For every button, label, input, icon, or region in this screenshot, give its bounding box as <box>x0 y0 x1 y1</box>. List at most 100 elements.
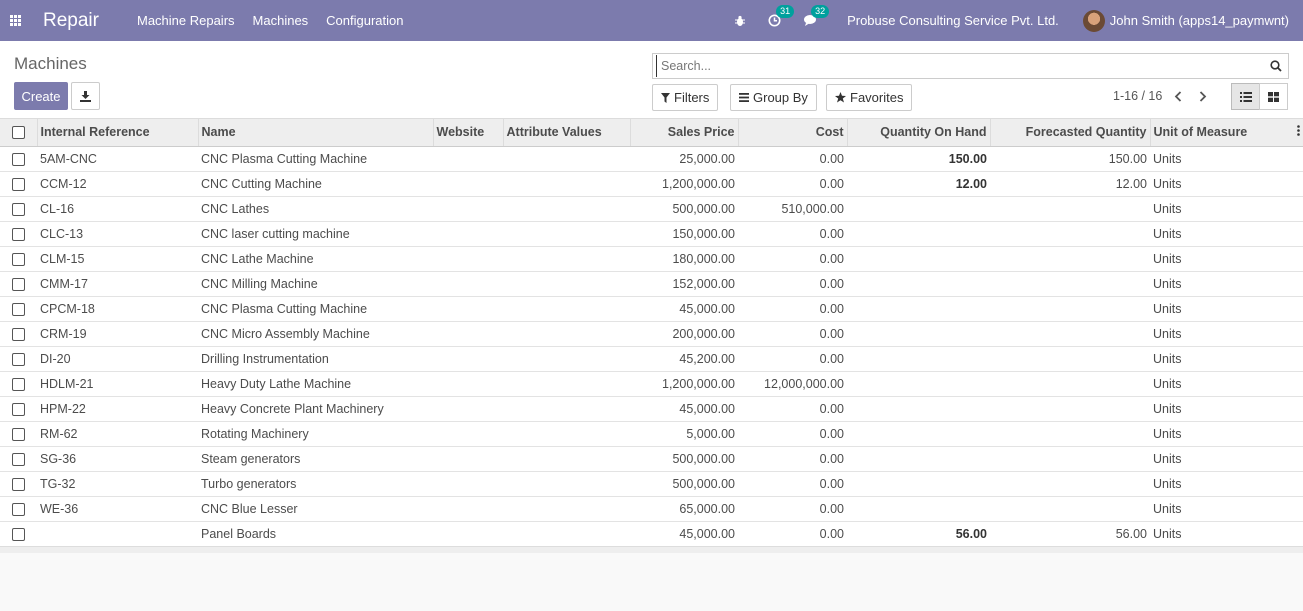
cell-cost[interactable]: 0.00 <box>738 445 847 471</box>
cell-cost[interactable]: 0.00 <box>738 146 847 171</box>
select-all-checkbox[interactable] <box>12 126 25 140</box>
cell-unit-of-measure[interactable]: Units <box>1150 370 1303 396</box>
cell-cost[interactable]: 0.00 <box>738 520 847 546</box>
cell-name[interactable]: CNC Plasma Cutting Machine <box>198 295 433 321</box>
cell-cost[interactable]: 0.00 <box>738 220 847 246</box>
cell-sales-price[interactable]: 45,000.00 <box>630 520 738 546</box>
table-row[interactable]: WE-36 CNC Blue Lesser 65,000.00 0.00 Units <box>0 495 1303 521</box>
row-select[interactable] <box>0 220 37 246</box>
table-row[interactable]: HDLM-21 Heavy Duty Lathe Machine 1,200,000… <box>0 370 1303 396</box>
row-checkbox[interactable] <box>12 452 25 466</box>
cell-forecasted-quantity[interactable] <box>990 245 1150 271</box>
table-row[interactable]: SG-36 Steam generators 500,000.00 0.00 Units <box>0 445 1303 471</box>
row-checkbox[interactable] <box>12 227 25 241</box>
row-checkbox[interactable] <box>12 152 25 166</box>
cell-name[interactable]: Steam generators <box>198 445 433 471</box>
cell-sales-price[interactable]: 1,200,000.00 <box>630 370 738 396</box>
row-checkbox[interactable] <box>12 302 25 316</box>
cell-forecasted-quantity[interactable] <box>990 370 1150 396</box>
cell-internal-reference[interactable]: WE-36 <box>37 495 198 521</box>
cell-website[interactable] <box>433 195 503 221</box>
header-unit-of-measure[interactable]: Unit of Measure <box>1150 119 1303 147</box>
cell-quantity-on-hand[interactable] <box>847 220 990 246</box>
cell-attribute-values[interactable] <box>503 295 630 321</box>
cell-internal-reference[interactable]: CCM-12 <box>37 170 198 196</box>
header-name[interactable]: Name <box>198 119 434 147</box>
cell-cost[interactable]: 12,000,000.00 <box>738 370 847 396</box>
cell-unit-of-measure[interactable]: Units <box>1150 320 1303 346</box>
select-all-header[interactable] <box>0 119 38 147</box>
row-select[interactable] <box>0 370 37 396</box>
cell-website[interactable] <box>433 295 503 321</box>
cell-cost[interactable]: 0.00 <box>738 295 847 321</box>
cell-unit-of-measure[interactable]: Units <box>1150 270 1303 296</box>
row-checkbox[interactable] <box>12 202 25 216</box>
cell-internal-reference[interactable]: CLM-15 <box>37 245 198 271</box>
cell-cost[interactable]: 0.00 <box>738 170 847 196</box>
cell-name[interactable]: Turbo generators <box>198 470 433 496</box>
cell-name[interactable]: CNC Plasma Cutting Machine <box>198 146 433 171</box>
messages-chat-icon[interactable]: 32 <box>803 5 830 27</box>
pager-value[interactable]: 1-16 / 16 <box>1113 89 1162 103</box>
cell-quantity-on-hand[interactable] <box>847 395 990 421</box>
cell-unit-of-measure[interactable]: Units <box>1150 420 1303 446</box>
cell-quantity-on-hand[interactable] <box>847 495 990 521</box>
cell-cost[interactable]: 0.00 <box>738 470 847 496</box>
user-avatar[interactable] <box>1082 9 1105 32</box>
cell-name[interactable]: CNC Micro Assembly Machine <box>198 320 433 346</box>
cell-quantity-on-hand[interactable]: 150.00 <box>847 146 990 171</box>
search-icon[interactable] <box>1264 60 1288 72</box>
cell-cost[interactable]: 0.00 <box>738 320 847 346</box>
cell-unit-of-measure[interactable]: Units <box>1150 395 1303 421</box>
row-select[interactable] <box>0 146 37 171</box>
header-quantity-on-hand[interactable]: Quantity On Hand <box>847 119 991 147</box>
cell-name[interactable]: CNC Lathe Machine <box>198 245 433 271</box>
company-switcher[interactable]: Probuse Consulting Service Pvt. Ltd. <box>847 13 1059 28</box>
cell-name[interactable]: CNC Lathes <box>198 195 433 221</box>
row-select[interactable] <box>0 520 37 546</box>
row-checkbox[interactable] <box>12 402 25 416</box>
row-select[interactable] <box>0 470 37 496</box>
cell-internal-reference[interactable] <box>37 520 198 546</box>
cell-sales-price[interactable]: 500,000.00 <box>630 195 738 221</box>
cell-attribute-values[interactable] <box>503 470 630 496</box>
row-checkbox[interactable] <box>12 327 25 341</box>
table-row[interactable]: CPCM-18 CNC Plasma Cutting Machine 45,000.… <box>0 295 1303 321</box>
cell-sales-price[interactable]: 25,000.00 <box>630 146 738 171</box>
row-select[interactable] <box>0 420 37 446</box>
row-select[interactable] <box>0 495 37 521</box>
cell-website[interactable] <box>433 320 503 346</box>
cell-unit-of-measure[interactable]: Units <box>1150 170 1303 196</box>
cell-forecasted-quantity[interactable] <box>990 320 1150 346</box>
cell-forecasted-quantity[interactable] <box>990 195 1150 221</box>
cell-attribute-values[interactable] <box>503 520 630 546</box>
cell-quantity-on-hand[interactable] <box>847 245 990 271</box>
export-download-button[interactable] <box>71 82 100 110</box>
cell-sales-price[interactable]: 150,000.00 <box>630 220 738 246</box>
favorites-button[interactable]: Favorites <box>826 84 913 111</box>
cell-attribute-values[interactable] <box>503 445 630 471</box>
header-internal-reference[interactable]: Internal Reference <box>37 119 199 147</box>
row-select[interactable] <box>0 320 37 346</box>
cell-quantity-on-hand[interactable] <box>847 370 990 396</box>
cell-cost[interactable]: 0.00 <box>738 345 847 371</box>
cell-sales-price[interactable]: 200,000.00 <box>630 320 738 346</box>
cell-internal-reference[interactable]: CMM-17 <box>37 270 198 296</box>
activity-clock-icon[interactable]: 31 <box>768 5 795 27</box>
table-row[interactable]: HPM-22 Heavy Concrete Plant Machinery 45,0… <box>0 395 1303 421</box>
cell-cost[interactable]: 510,000.00 <box>738 195 847 221</box>
cell-unit-of-measure[interactable]: Units <box>1150 495 1303 521</box>
cell-sales-price[interactable]: 500,000.00 <box>630 470 738 496</box>
cell-forecasted-quantity[interactable] <box>990 495 1150 521</box>
cell-sales-price[interactable]: 65,000.00 <box>630 495 738 521</box>
cell-name[interactable]: CNC Blue Lesser <box>198 495 433 521</box>
cell-attribute-values[interactable] <box>503 270 630 296</box>
cell-internal-reference[interactable]: HDLM-21 <box>37 370 198 396</box>
cell-website[interactable] <box>433 146 503 171</box>
row-select[interactable] <box>0 345 37 371</box>
cell-attribute-values[interactable] <box>503 320 630 346</box>
cell-quantity-on-hand[interactable] <box>847 470 990 496</box>
cell-quantity-on-hand[interactable] <box>847 320 990 346</box>
cell-unit-of-measure[interactable]: Units <box>1150 520 1303 546</box>
cell-unit-of-measure[interactable]: Units <box>1150 345 1303 371</box>
